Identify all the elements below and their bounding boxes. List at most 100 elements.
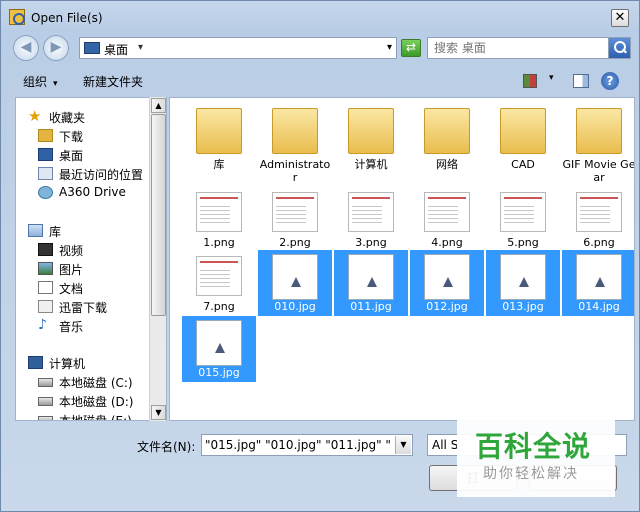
- jpg-thumbnail-icon: [196, 320, 242, 366]
- file-item[interactable]: CAD: [486, 102, 560, 182]
- sidebar-item-favorites-1[interactable]: 下载: [16, 127, 152, 145]
- file-item[interactable]: 4.png: [410, 186, 484, 252]
- file-item[interactable]: 012.jpg: [410, 250, 484, 316]
- file-name: 3.png: [355, 236, 387, 249]
- address-dropdown-icon[interactable]: ▾: [387, 42, 392, 53]
- sidebar-item-label: 文档: [59, 282, 84, 296]
- file-item[interactable]: GIF Movie Gear: [562, 102, 635, 184]
- library-thumbnail-icon: [196, 108, 242, 154]
- sidebar-item-favorites-4[interactable]: A360 Drive: [16, 184, 152, 202]
- organize-menu[interactable]: 组织 ▾: [23, 73, 58, 90]
- sidebar-item-computer-0[interactable]: 计算机: [16, 354, 152, 372]
- view-options-chevron-icon[interactable]: ▾: [549, 73, 554, 83]
- file-name: 计算机: [354, 158, 388, 171]
- sidebar-item-libraries-0[interactable]: 库: [16, 222, 152, 240]
- file-name: 011.jpg: [350, 300, 392, 313]
- sidebar-item-libraries-5[interactable]: ♪ 音乐: [16, 317, 152, 335]
- file-item[interactable]: 2.png: [258, 186, 332, 252]
- search-icon[interactable]: [608, 38, 630, 58]
- file-item[interactable]: 计算机: [334, 102, 408, 182]
- folder-thumbnail-icon: [500, 108, 546, 154]
- search-box[interactable]: [427, 37, 631, 59]
- sidebar-item-libraries-1[interactable]: 视频: [16, 241, 152, 259]
- sidebar-item-label: 库: [49, 225, 62, 239]
- scroll-up-icon[interactable]: ▲: [151, 98, 166, 113]
- file-item[interactable]: 010.jpg: [258, 250, 332, 316]
- file-item[interactable]: 013.jpg: [486, 250, 560, 316]
- help-icon[interactable]: ?: [601, 72, 619, 90]
- sidebar-item-computer-2[interactable]: 本地磁盘 (D:): [16, 392, 152, 410]
- disk-icon: [38, 416, 53, 420]
- folder-thumbnail-icon: [576, 108, 622, 154]
- sidebar-item-label: 桌面: [59, 149, 84, 163]
- sidebar-item-libraries-2[interactable]: 图片: [16, 260, 152, 278]
- address-text[interactable]: 桌面: [104, 41, 128, 58]
- file-name: 014.jpg: [578, 300, 620, 313]
- file-name: 4.png: [431, 236, 463, 249]
- file-name: 库: [213, 158, 225, 171]
- sidebar-item-libraries-4[interactable]: 迅雷下载: [16, 298, 152, 316]
- sidebar-item-label: 图片: [59, 263, 84, 277]
- scroll-thumb[interactable]: [151, 114, 166, 316]
- sidebar-item-label: 本地磁盘 (E:): [59, 414, 132, 421]
- sidebar-item-favorites-2[interactable]: 桌面: [16, 146, 152, 164]
- png-thumbnail-icon: [500, 192, 546, 232]
- back-button[interactable]: ◀: [13, 35, 39, 61]
- computer-thumbnail-icon: [348, 108, 394, 154]
- file-item[interactable]: 库: [182, 102, 256, 182]
- file-item[interactable]: Administrator: [258, 102, 332, 184]
- thunder-download-icon: [38, 300, 53, 313]
- close-button[interactable]: ✕: [611, 9, 629, 27]
- new-folder-button[interactable]: 新建文件夹: [83, 73, 143, 90]
- title-bar[interactable]: Open File(s) ✕: [1, 1, 639, 31]
- file-item[interactable]: 014.jpg: [562, 250, 634, 316]
- file-item[interactable]: 5.png: [486, 186, 560, 252]
- preview-pane-icon[interactable]: [573, 74, 589, 88]
- sidebar-item-label: 本地磁盘 (D:): [59, 395, 134, 409]
- sidebar-item-favorites-0[interactable]: ★ 收藏夹: [16, 108, 152, 126]
- search-input[interactable]: [434, 41, 604, 55]
- navigation-pane: ★ 收藏夹 下载桌面最近访问的位置 A360 Drive 库视频图片文档迅雷下载 ♪ 音乐计…: [15, 97, 167, 421]
- png-thumbnail-icon: [196, 256, 242, 296]
- a360-drive-icon: [38, 186, 53, 199]
- png-thumbnail-icon: [196, 192, 242, 232]
- jpg-thumbnail-icon: [576, 254, 622, 300]
- desktop-location-icon: [84, 42, 100, 54]
- sidebar-item-label: 最近访问的位置: [59, 168, 144, 182]
- sidebar-item-computer-3[interactable]: 本地磁盘 (E:): [16, 411, 152, 421]
- desktop-icon: [38, 148, 53, 161]
- refresh-button[interactable]: ⇄: [401, 39, 421, 57]
- navigation-scrollbar[interactable]: ▲ ▼: [149, 97, 166, 421]
- chevron-down-icon: ▾: [53, 79, 58, 89]
- sidebar-item-label: 收藏夹: [49, 111, 86, 125]
- forward-button[interactable]: ▶: [43, 35, 69, 61]
- sidebar-item-libraries-3[interactable]: 文档: [16, 279, 152, 297]
- sidebar-item-favorites-3[interactable]: 最近访问的位置: [16, 165, 152, 183]
- sidebar-item-label: 本地磁盘 (C:): [59, 376, 133, 390]
- filename-combo[interactable]: ▼: [201, 434, 413, 456]
- file-item[interactable]: 6.png: [562, 186, 634, 252]
- file-item[interactable]: 1.png: [182, 186, 256, 252]
- file-item[interactable]: 网络: [410, 102, 484, 182]
- sidebar-item-computer-1[interactable]: 本地磁盘 (C:): [16, 373, 152, 391]
- file-name: Administrator: [259, 158, 331, 184]
- file-item[interactable]: 011.jpg: [334, 250, 408, 316]
- address-bar[interactable]: 桌面 ▾ ▾: [79, 37, 397, 59]
- file-name: 2.png: [279, 236, 311, 249]
- pictures-icon: [38, 262, 53, 275]
- change-view-icon[interactable]: [523, 74, 537, 88]
- file-item[interactable]: 015.jpg: [182, 316, 256, 382]
- jpg-thumbnail-icon: [500, 254, 546, 300]
- file-item[interactable]: 3.png: [334, 186, 408, 252]
- computer-icon: [28, 356, 43, 369]
- file-name: 010.jpg: [274, 300, 316, 313]
- scroll-down-icon[interactable]: ▼: [151, 405, 166, 420]
- library-icon: [28, 224, 43, 237]
- file-name: GIF Movie Gear: [562, 158, 635, 184]
- address-chevron-icon[interactable]: ▾: [138, 42, 143, 53]
- filename-input[interactable]: [205, 438, 391, 452]
- sidebar-item-label: 计算机: [49, 357, 86, 371]
- filename-dropdown-icon[interactable]: ▼: [395, 436, 411, 454]
- file-item[interactable]: 7.png: [182, 250, 256, 316]
- file-name: 网络: [436, 158, 458, 171]
